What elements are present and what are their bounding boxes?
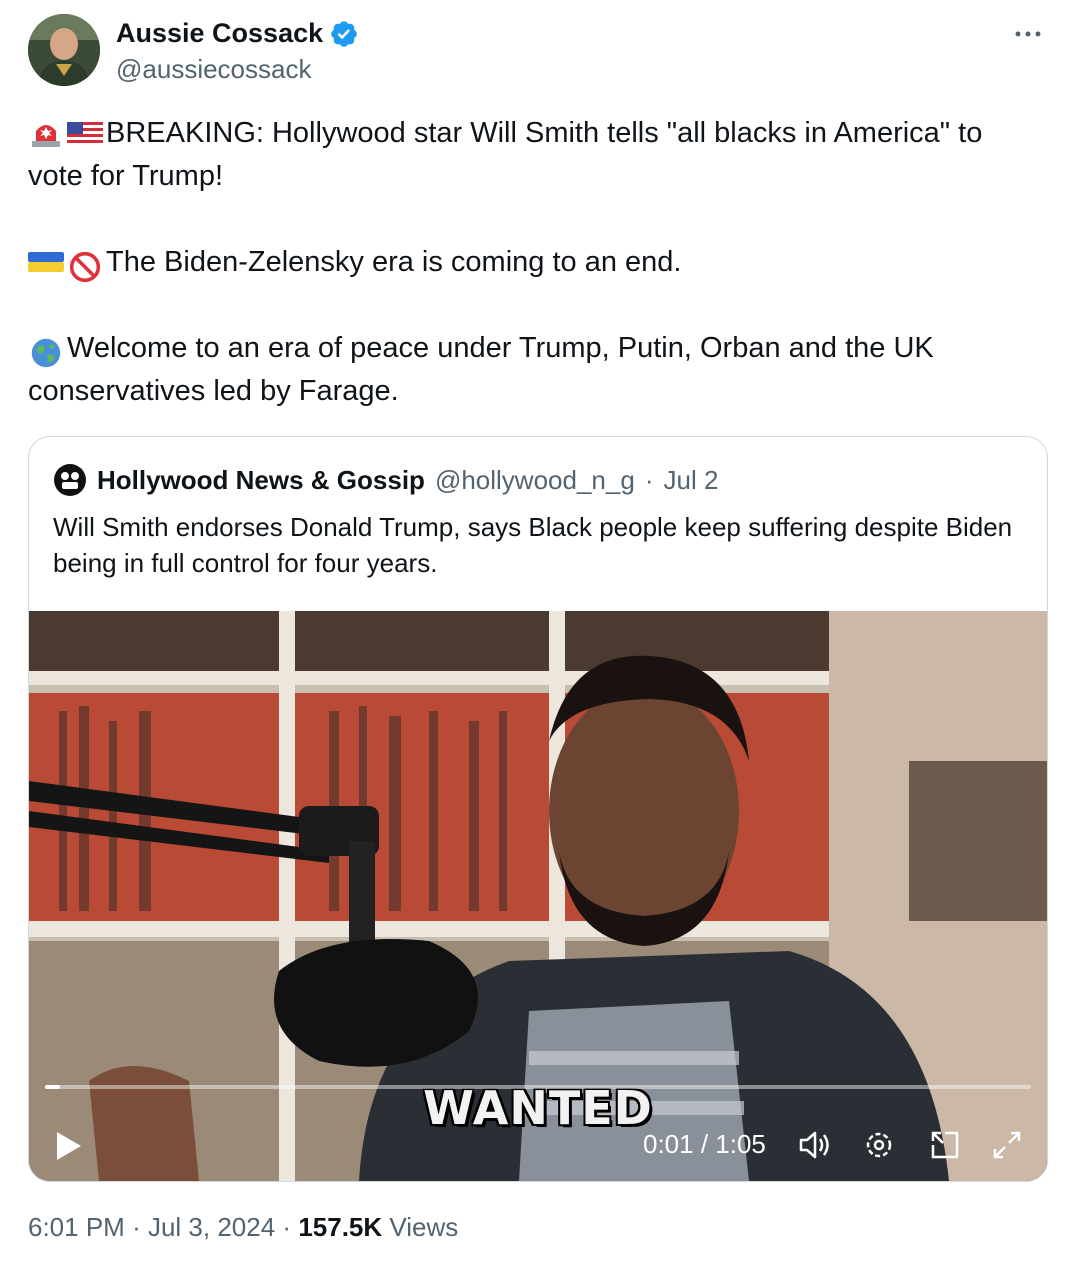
video-progress-bar[interactable] [45,1085,1031,1089]
quoted-text: Will Smith endorses Donald Trump, says B… [53,512,1013,578]
settings-gear-icon[interactable] [859,1125,899,1165]
quoted-avatar[interactable] [53,463,87,497]
play-icon[interactable] [53,1129,85,1163]
quoted-separator: · [644,464,654,495]
meta-separator: · [132,1212,141,1242]
prohibited-emoji [67,246,103,283]
fullscreen-icon[interactable] [987,1125,1027,1165]
tweet-paragraph-3: Welcome to an era of peace under Trump, … [28,327,1038,413]
globe-emoji [28,332,64,368]
quoted-author-handle[interactable]: @hollywood_n_g [435,465,635,496]
tweet-line-2: The Biden-Zelensky era is coming to an e… [106,246,682,278]
tweet-text: BREAKING: Hollywood star Will Smith tell… [28,112,1038,413]
tweet-paragraph-1: BREAKING: Hollywood star Will Smith tell… [28,112,1038,198]
tweet-paragraph-2: The Biden-Zelensky era is coming to an e… [28,241,1038,284]
tweet-date[interactable]: Jul 3, 2024 [148,1212,275,1242]
views-label: Views [389,1212,459,1242]
quoted-author-name[interactable]: Hollywood News & Gossip [97,465,425,496]
tweet-line-3: Welcome to an era of peace under Trump, … [28,332,934,407]
video-time: 0:01 / 1:05 [643,1129,766,1159]
quoted-date[interactable]: Jul 2 [663,465,718,496]
author-name[interactable]: Aussie Cossack [116,18,323,49]
author-handle[interactable]: @aussiecossack [116,54,311,85]
quoted-tweet-header: Hollywood News & Gossip @hollywood_n_g ·… [53,463,718,497]
views-count[interactable]: 157.5K [298,1212,382,1242]
police-light-emoji [28,117,64,147]
tweet-time[interactable]: 6:01 PM [28,1212,125,1242]
tweet-header: Aussie Cossack @aussiecossack [28,14,1048,90]
us-flag-emoji [67,117,103,146]
volume-icon[interactable] [795,1125,835,1165]
video-controls: 0:01 / 1:05 [29,1111,1047,1181]
tweet-meta: 6:01 PM · Jul 3, 2024 · 157.5K Views [28,1212,458,1243]
quoted-tweet[interactable]: Hollywood News & Gossip @hollywood_n_g ·… [28,436,1048,1182]
picture-in-picture-icon[interactable] [925,1125,965,1165]
more-options-icon[interactable] [1012,22,1044,46]
verified-badge-icon [329,19,359,49]
tweet-line-1: BREAKING: Hollywood star Will Smith tell… [28,117,983,192]
meta-separator: · [282,1212,292,1242]
video-progress-fill [45,1085,60,1089]
ukraine-flag-emoji [28,246,64,274]
avatar[interactable] [28,14,100,86]
video-player[interactable]: WANTED 0:01 / 1:05 [29,611,1047,1181]
